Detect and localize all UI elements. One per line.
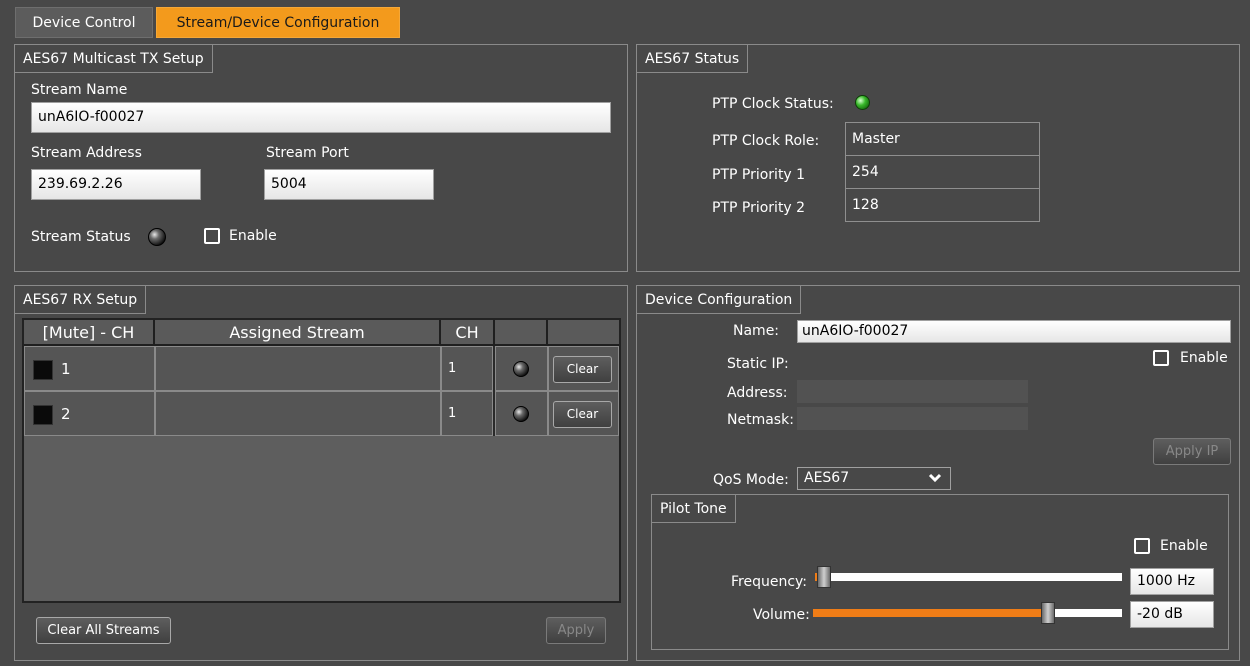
ptp-priority1-label: PTP Priority 1 (712, 167, 806, 183)
tab-device-control[interactable]: Device Control (15, 7, 153, 38)
stream-ch-value: 1 (448, 361, 457, 376)
clear-button[interactable]: Clear (553, 401, 612, 428)
action-cell: Clear (548, 391, 619, 436)
ptp-priority1-field: 254 (845, 155, 1040, 189)
status-cell (495, 346, 548, 391)
tx-enable-label: Enable (229, 228, 277, 244)
pilot-tone-enable-label: Enable (1160, 538, 1208, 554)
rx-stream-table: [Mute] - CH Assigned Stream CH 1 1 Clear… (22, 318, 621, 603)
netmask-field[interactable] (797, 407, 1028, 430)
clear-all-streams-button[interactable]: Clear All Streams (36, 617, 171, 644)
header-status (495, 320, 548, 346)
ptp-priority2-label: PTP Priority 2 (712, 200, 806, 216)
static-ip-enable-checkbox[interactable] (1153, 350, 1169, 366)
device-name-field[interactable]: unA6IO-f00027 (797, 320, 1231, 343)
rx-setup-title: AES67 RX Setup (14, 285, 147, 314)
netmask-label: Netmask: (727, 412, 794, 428)
stream-ch-value: 1 (448, 406, 457, 421)
tx-enable-checkbox[interactable] (204, 228, 220, 244)
mute-toggle[interactable] (33, 405, 53, 425)
mute-toggle[interactable] (33, 360, 53, 380)
frequency-slider[interactable] (815, 566, 1122, 588)
stream-ch-cell[interactable]: 1 (441, 391, 493, 436)
tab-stream-device-configuration[interactable]: Stream/Device Configuration (156, 7, 400, 38)
aes67-status-title: AES67 Status (636, 44, 749, 73)
apply-ip-button[interactable]: Apply IP (1153, 438, 1231, 465)
qos-mode-select[interactable]: AES67 (797, 467, 951, 490)
clear-button[interactable]: Clear (553, 356, 612, 383)
volume-slider[interactable] (813, 602, 1122, 624)
rx-apply-button[interactable]: Apply (546, 617, 606, 644)
ptp-clock-role-field: Master (845, 122, 1040, 156)
stream-name-label: Stream Name (31, 82, 128, 98)
static-ip-enable-label: Enable (1180, 350, 1228, 366)
ptp-clock-status-led (855, 95, 870, 110)
stream-ch-cell[interactable]: 1 (441, 346, 493, 391)
stream-port-field[interactable]: 5004 (264, 169, 434, 200)
stream-address-field[interactable]: 239.69.2.26 (31, 169, 201, 200)
stream-status-label: Stream Status (31, 229, 131, 245)
header-ch: CH (441, 320, 495, 346)
qos-mode-value: AES67 (804, 470, 850, 486)
channel-number: 2 (61, 405, 71, 423)
qos-mode-label: QoS Mode: (713, 472, 789, 488)
ptp-priority2-field: 128 (845, 188, 1040, 222)
channel-number: 1 (61, 360, 71, 378)
mute-ch-cell: 1 (24, 346, 155, 391)
rx-status-led (513, 361, 529, 377)
address-field[interactable] (797, 380, 1028, 403)
tx-setup-title: AES67 Multicast TX Setup (14, 44, 213, 73)
stream-status-led (148, 228, 166, 246)
volume-slider-fill (813, 609, 1048, 617)
stream-port-label: Stream Port (266, 145, 349, 161)
header-assigned-stream: Assigned Stream (155, 320, 441, 346)
stream-address-label: Stream Address (31, 145, 142, 161)
device-name-label: Name: (733, 323, 780, 339)
frequency-value-field[interactable]: 1000 Hz (1130, 568, 1214, 595)
volume-label: Volume: (753, 607, 810, 623)
pilot-tone-title: Pilot Tone (651, 494, 736, 523)
assigned-stream-cell[interactable] (155, 391, 441, 436)
chevron-down-icon (928, 468, 942, 495)
table-row: 2 1 Clear (24, 391, 619, 436)
frequency-slider-track (815, 573, 1122, 581)
address-label: Address: (727, 385, 788, 401)
volume-value-field[interactable]: -20 dB (1130, 601, 1214, 628)
stream-name-field[interactable]: unA6IO-f00027 (31, 102, 611, 133)
ptp-clock-status-label: PTP Clock Status: (712, 96, 834, 112)
volume-slider-handle[interactable] (1041, 602, 1055, 624)
mute-ch-cell: 2 (24, 391, 155, 436)
action-cell: Clear (548, 346, 619, 391)
header-mute-ch: [Mute] - CH (24, 320, 155, 346)
device-config-title: Device Configuration (636, 285, 802, 314)
header-action (548, 320, 619, 346)
frequency-label: Frequency: (731, 574, 808, 590)
status-cell (495, 391, 548, 436)
ptp-clock-role-label: PTP Clock Role: (712, 133, 820, 149)
assigned-stream-cell[interactable] (155, 346, 441, 391)
frequency-slider-handle[interactable] (817, 566, 831, 588)
table-row: 1 1 Clear (24, 346, 619, 391)
pilot-tone-enable-checkbox[interactable] (1134, 538, 1150, 554)
static-ip-label: Static IP: (727, 356, 789, 372)
rx-status-led (513, 406, 529, 422)
